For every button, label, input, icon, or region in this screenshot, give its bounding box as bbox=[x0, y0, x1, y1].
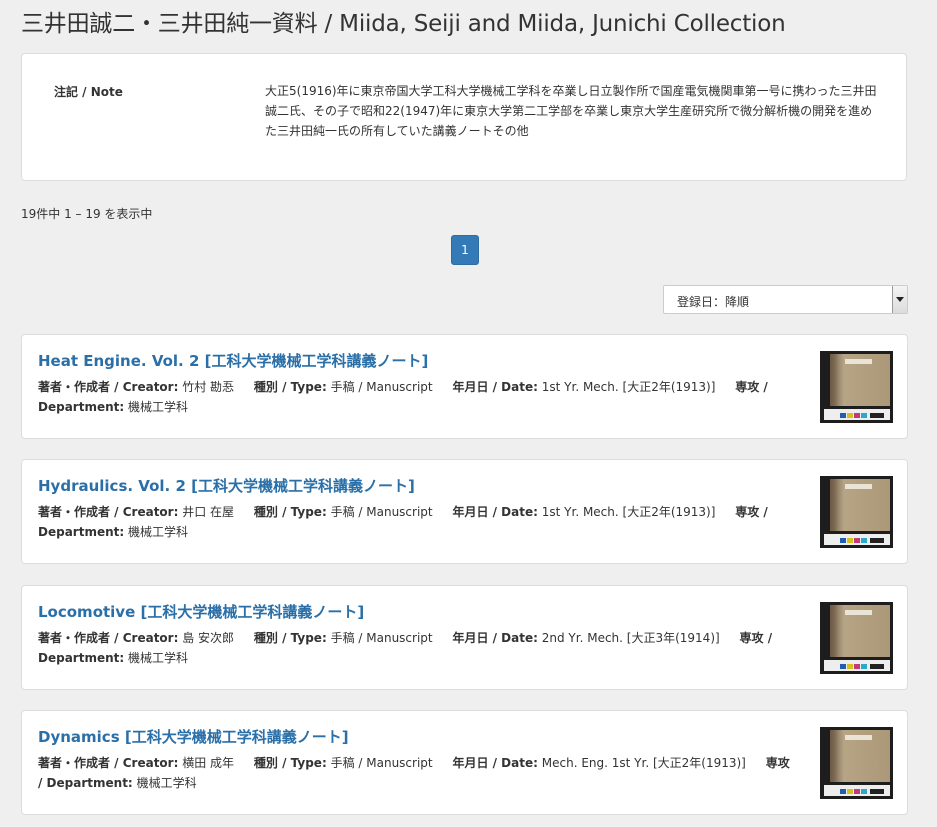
date-label: 年月日 / Date: bbox=[452, 380, 538, 394]
result-item-title-link[interactable]: Hydraulics. Vol. 2 [工科大学機械工学科講義ノート] bbox=[38, 475, 415, 496]
result-item-meta: 著者・作成者 / Creator: 井口 在屋 種別 / Type: 手稿 / … bbox=[38, 502, 798, 542]
type-label: 種別 / Type: bbox=[253, 380, 327, 394]
notebook-label-image bbox=[845, 735, 872, 740]
color-swatch bbox=[870, 413, 884, 418]
result-item-meta: 著者・作成者 / Creator: 島 安次郎 種別 / Type: 手稿 / … bbox=[38, 628, 798, 668]
date-label: 年月日 / Date: bbox=[452, 505, 538, 519]
color-swatch bbox=[861, 664, 867, 669]
department-value: 機械工学科 bbox=[128, 400, 189, 414]
type-label: 種別 / Type: bbox=[253, 505, 327, 519]
color-swatch bbox=[847, 538, 853, 543]
color-swatch bbox=[854, 538, 860, 543]
color-swatch bbox=[840, 413, 846, 418]
result-item-meta: 著者・作成者 / Creator: 竹村 勘忢 種別 / Type: 手稿 / … bbox=[38, 377, 798, 417]
creator-label: 著者・作成者 / Creator: bbox=[38, 631, 179, 645]
type-value: 手稿 / Manuscript bbox=[330, 380, 433, 394]
type-label: 種別 / Type: bbox=[253, 756, 327, 770]
color-swatch bbox=[840, 538, 846, 543]
creator-label: 著者・作成者 / Creator: bbox=[38, 505, 179, 519]
creator-label: 著者・作成者 / Creator: bbox=[38, 756, 179, 770]
date-value: 1st Yr. Mech. [大正2年(1913)] bbox=[541, 505, 716, 519]
color-swatch bbox=[854, 789, 860, 794]
color-swatch bbox=[840, 664, 846, 669]
creator-value: 竹村 勘忢 bbox=[182, 380, 235, 394]
result-item: Heat Engine. Vol. 2 [工科大学機械工学科講義ノート] 著者・… bbox=[21, 334, 908, 439]
type-label: 種別 / Type: bbox=[253, 631, 327, 645]
creator-value: 横田 成年 bbox=[182, 756, 235, 770]
note-text: 大正5(1916)年に東京帝国大学工科大学機械工学科を卒業し日立製作所で国産電気… bbox=[265, 84, 877, 138]
color-swatch bbox=[840, 789, 846, 794]
type-value: 手稿 / Manuscript bbox=[330, 756, 433, 770]
date-value: 2nd Yr. Mech. [大正3年(1914)] bbox=[541, 631, 720, 645]
date-label: 年月日 / Date: bbox=[452, 756, 538, 770]
result-item-thumbnail[interactable] bbox=[820, 476, 893, 548]
page-title: 三井田誠二・三井田純一資料 / Miida, Seiji and Miida, … bbox=[21, 11, 786, 37]
note-panel: 注記 / Note 大正5(1916)年に東京帝国大学工科大学機械工学科を卒業し… bbox=[21, 53, 907, 181]
date-value: Mech. Eng. 1st Yr. [大正2年(1913)] bbox=[541, 756, 746, 770]
department-value: 機械工学科 bbox=[128, 651, 189, 665]
department-value: 機械工学科 bbox=[136, 776, 197, 790]
type-value: 手稿 / Manuscript bbox=[330, 631, 433, 645]
type-value: 手稿 / Manuscript bbox=[330, 505, 433, 519]
notebook-label-image bbox=[845, 359, 872, 364]
pagination-page-1[interactable]: 1 bbox=[451, 235, 479, 265]
color-swatch bbox=[854, 664, 860, 669]
result-item: Hydraulics. Vol. 2 [工科大学機械工学科講義ノート] 著者・作… bbox=[21, 459, 908, 564]
result-count: 19件中 1 – 19 を表示中 bbox=[21, 207, 153, 221]
color-swatch bbox=[861, 789, 867, 794]
result-item: Dynamics [工科大学機械工学科講義ノート] 著者・作成者 / Creat… bbox=[21, 710, 908, 815]
result-item-thumbnail[interactable] bbox=[820, 727, 893, 799]
result-item-meta: 著者・作成者 / Creator: 横田 成年 種別 / Type: 手稿 / … bbox=[38, 753, 798, 793]
color-swatch bbox=[847, 789, 853, 794]
color-swatch bbox=[854, 413, 860, 418]
department-value: 機械工学科 bbox=[128, 525, 189, 539]
chevron-down-icon[interactable] bbox=[892, 286, 907, 313]
result-item-title-link[interactable]: Heat Engine. Vol. 2 [工科大学機械工学科講義ノート] bbox=[38, 350, 428, 371]
result-item-thumbnail[interactable] bbox=[820, 602, 893, 674]
date-label: 年月日 / Date: bbox=[452, 631, 538, 645]
creator-value: 井口 在屋 bbox=[182, 505, 235, 519]
notebook-label-image bbox=[845, 484, 872, 489]
color-swatch bbox=[870, 538, 884, 543]
color-swatch bbox=[870, 664, 884, 669]
date-value: 1st Yr. Mech. [大正2年(1913)] bbox=[541, 380, 716, 394]
note-label: 注記 / Note bbox=[54, 85, 123, 99]
result-item-title-link[interactable]: Dynamics [工科大学機械工学科講義ノート] bbox=[38, 726, 349, 747]
sort-select-value: 登録日：降順 bbox=[677, 295, 750, 309]
result-item-thumbnail[interactable] bbox=[820, 351, 893, 423]
creator-label: 著者・作成者 / Creator: bbox=[38, 380, 179, 394]
color-swatch bbox=[861, 538, 867, 543]
result-item-title-link[interactable]: Locomotive [工科大学機械工学科講義ノート] bbox=[38, 601, 364, 622]
color-swatch bbox=[847, 413, 853, 418]
creator-value: 島 安次郎 bbox=[182, 631, 235, 645]
color-swatch bbox=[847, 664, 853, 669]
sort-select[interactable]: 登録日：降順 bbox=[663, 285, 908, 314]
color-swatch bbox=[870, 789, 884, 794]
color-swatch bbox=[861, 413, 867, 418]
notebook-label-image bbox=[845, 610, 872, 615]
result-item: Locomotive [工科大学機械工学科講義ノート] 著者・作成者 / Cre… bbox=[21, 585, 908, 690]
